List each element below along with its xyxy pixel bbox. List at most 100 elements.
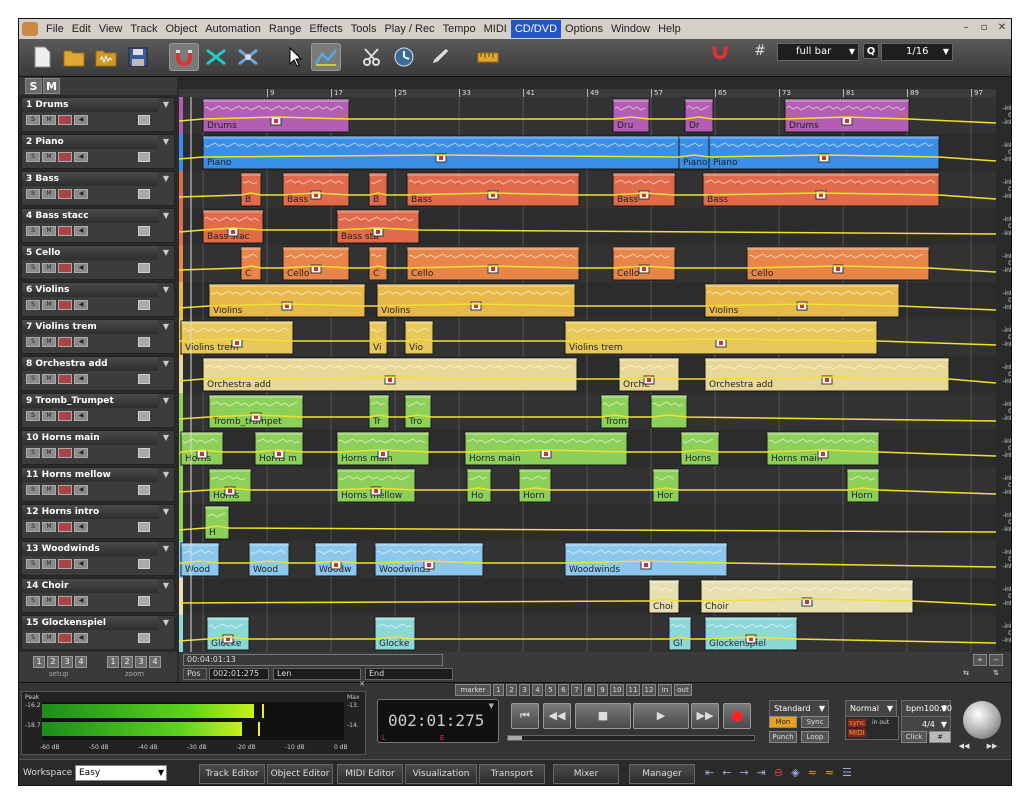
zoom-in-button[interactable]: +	[973, 654, 987, 666]
track-monitor-icon[interactable]: ◀	[74, 374, 88, 384]
track-name[interactable]: 11 Horns mellow	[22, 468, 158, 482]
audio-object[interactable]: Woodwinds	[374, 542, 484, 577]
audio-object[interactable]: Tr	[368, 394, 390, 429]
track-monitor-icon[interactable]: ◀	[74, 226, 88, 236]
audio-object[interactable]: Dr	[684, 98, 714, 133]
minimize-icon[interactable]: –	[959, 21, 973, 35]
audio-object[interactable]: Orchestra add	[202, 357, 578, 392]
setup-screenset-button[interactable]: 2	[47, 656, 59, 668]
menu-help[interactable]: Help	[654, 20, 685, 38]
audio-object[interactable]: Cello	[406, 246, 580, 281]
track-record-button[interactable]	[58, 522, 72, 532]
audio-object[interactable]: Horn	[518, 468, 552, 503]
track-lock-icon[interactable]	[138, 263, 150, 273]
taskbar-midi-editor[interactable]: MIDI Editor	[337, 764, 403, 784]
track-record-button[interactable]	[58, 263, 72, 273]
audio-object[interactable]: Choir	[700, 579, 914, 614]
track-mute-button[interactable]: M	[42, 115, 56, 125]
track-menu-icon[interactable]: ▼	[160, 543, 172, 555]
track-name[interactable]: 10 Horns main	[22, 431, 158, 445]
track-header[interactable]: 3 Bass ▼ S M ◀	[21, 171, 175, 206]
menu-play-rec[interactable]: Play / Rec	[380, 20, 438, 38]
click-settings-button[interactable]: #	[929, 731, 951, 743]
go-end-icon[interactable]: ⇥	[757, 766, 766, 779]
menu-tools[interactable]: Tools	[347, 20, 381, 38]
track-lock-icon[interactable]	[138, 300, 150, 310]
marker-button[interactable]: 11	[626, 684, 640, 696]
track-mute-button[interactable]: M	[42, 189, 56, 199]
track-name[interactable]: 9 Tromb_Trumpet	[22, 394, 158, 408]
menu-file[interactable]: File	[42, 20, 68, 38]
snap-button[interactable]	[169, 43, 199, 71]
audio-object[interactable]: Ho	[466, 468, 492, 503]
jog-back-icon[interactable]: ◀◀	[955, 741, 973, 753]
marker-button[interactable]: 2	[506, 684, 517, 696]
track-mute-button[interactable]: M	[42, 152, 56, 162]
track-name[interactable]: 7 Violins trem	[22, 320, 158, 334]
wave-left-icon[interactable]: ≈	[808, 766, 817, 779]
audio-object[interactable]: Drums	[202, 98, 350, 133]
audio-object[interactable]: Glocke	[374, 616, 416, 651]
rewind-button[interactable]: ◀◀	[543, 703, 571, 729]
track-solo-button[interactable]: S	[26, 596, 40, 606]
restore-icon[interactable]: ▫	[977, 21, 991, 35]
track-solo-button[interactable]: S	[26, 522, 40, 532]
track-header[interactable]: 8 Orchestra add ▼ S M ◀	[21, 356, 175, 391]
timecode-dropdown-icon[interactable]: ▼	[489, 702, 494, 710]
import-audio-button[interactable]	[91, 43, 121, 71]
audio-object[interactable]: Woodwinds	[564, 542, 728, 577]
grid-dropdown[interactable]: full bar ▼	[777, 43, 859, 61]
marker-back-icon[interactable]: ⊖	[774, 766, 783, 779]
scissors-tool[interactable]	[357, 43, 387, 71]
object-body[interactable]	[202, 135, 680, 170]
track-record-button[interactable]	[58, 485, 72, 495]
grid-toggle[interactable]: #	[749, 42, 771, 60]
track-solo-button[interactable]: S	[26, 374, 40, 384]
play-button[interactable]: ▶	[633, 703, 689, 729]
track-header[interactable]: 1 Drums ▼ S M ◀	[21, 97, 175, 132]
punch-button[interactable]: Punch	[769, 731, 797, 743]
object-body[interactable]	[746, 246, 930, 281]
zoom-screenset-button[interactable]: 3	[135, 656, 147, 668]
track-menu-icon[interactable]: ▼	[160, 136, 172, 148]
audio-object[interactable]: Cello	[282, 246, 350, 281]
audio-object[interactable]: Horns	[180, 431, 224, 466]
marker-out-button[interactable]: out	[674, 684, 692, 696]
end-field[interactable]: End	[365, 668, 453, 680]
stop-button[interactable]: ■	[575, 703, 631, 729]
quantize-dropdown[interactable]: 1/16 ▼	[881, 43, 953, 61]
audio-object[interactable]: C	[368, 246, 388, 281]
menu-range[interactable]: Range	[265, 20, 305, 38]
audio-object[interactable]: Woodw	[314, 542, 358, 577]
audio-object[interactable]: B	[240, 172, 262, 207]
ruler-tool[interactable]	[473, 43, 503, 71]
track-mute-button[interactable]: M	[42, 559, 56, 569]
track-lock-icon[interactable]	[138, 411, 150, 421]
track-mute-button[interactable]: M	[42, 263, 56, 273]
track-header[interactable]: 14 Choir ▼ S M ◀	[21, 578, 175, 613]
audio-object[interactable]: Piano	[678, 135, 710, 170]
marker-button[interactable]: 10	[610, 684, 624, 696]
track-record-button[interactable]	[58, 115, 72, 125]
marker-icon[interactable]: ◈	[791, 766, 799, 779]
audio-object[interactable]: Drums	[784, 98, 910, 133]
audio-object[interactable]: Cello	[746, 246, 930, 281]
track-name[interactable]: 5 Cello	[22, 246, 158, 260]
track-name[interactable]: 14 Choir	[22, 579, 158, 593]
track-monitor-icon[interactable]: ◀	[74, 152, 88, 162]
save-button[interactable]	[123, 43, 153, 71]
track-solo-button[interactable]: S	[26, 189, 40, 199]
track-solo-button[interactable]: S	[26, 337, 40, 347]
object-body[interactable]	[708, 135, 940, 170]
track-monitor-icon[interactable]: ◀	[74, 337, 88, 347]
marker-button[interactable]: 7	[571, 684, 582, 696]
track-header[interactable]: 15 Glockenspiel ▼ S M ◀	[21, 615, 175, 650]
new-button[interactable]	[27, 43, 57, 71]
track-monitor-icon[interactable]: ◀	[74, 263, 88, 273]
audio-object[interactable]: Violins	[704, 283, 900, 318]
setup-screenset-button[interactable]: 1	[33, 656, 45, 668]
track-monitor-icon[interactable]: ◀	[74, 448, 88, 458]
track-mute-button[interactable]: M	[42, 448, 56, 458]
track-monitor-icon[interactable]: ◀	[74, 596, 88, 606]
pointer-tool[interactable]	[279, 43, 309, 71]
